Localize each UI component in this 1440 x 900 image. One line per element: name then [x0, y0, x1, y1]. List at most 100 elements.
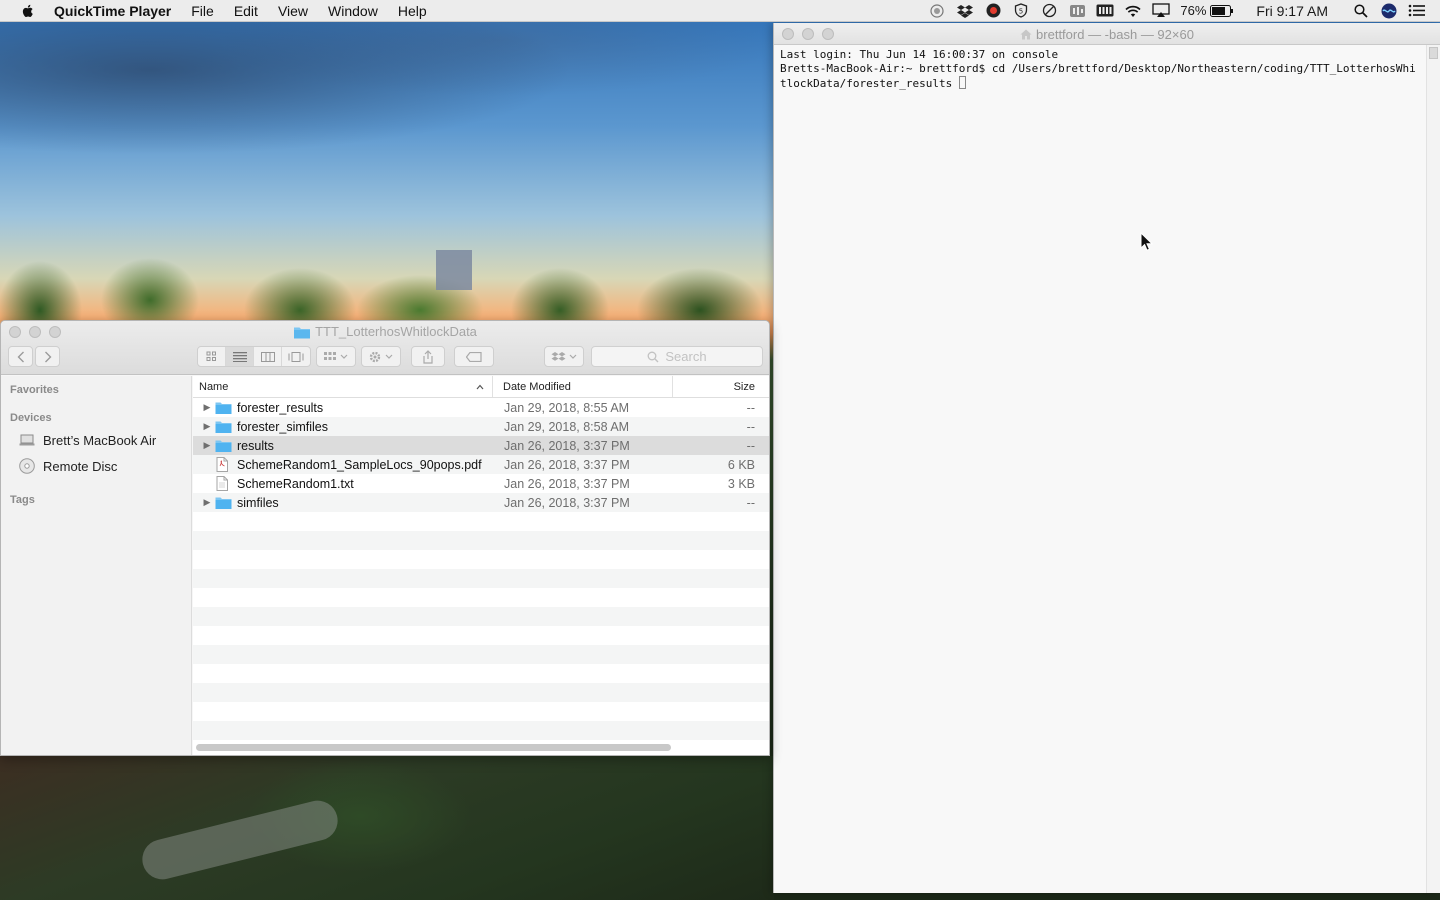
chevron-left-icon: [17, 351, 24, 362]
empty-row: [193, 607, 769, 626]
file-rows: ▶ forester_results Jan 29, 2018, 8:55 AM…: [193, 398, 769, 740]
status-area: 5 76% Fri 9:17 AM: [918, 3, 1440, 19]
arrange-button[interactable]: [316, 346, 356, 367]
sidebar-item-macbook-air[interactable]: Brett’s MacBook Air: [1, 428, 191, 452]
menu-app-name[interactable]: QuickTime Player: [54, 3, 171, 19]
list-view-button[interactable]: [226, 347, 254, 366]
empty-row: [193, 683, 769, 702]
sync-icon[interactable]: [1040, 3, 1058, 19]
file-list-header: Name Date Modified Size: [193, 376, 769, 398]
sidebar-item-remote-disc[interactable]: Remote Disc: [1, 454, 191, 478]
file-name: results: [237, 438, 274, 453]
empty-row: [193, 702, 769, 721]
file-date: Jan 29, 2018, 8:58 AM: [504, 419, 630, 434]
table-row[interactable]: ▶ forester_results Jan 29, 2018, 8:55 AM…: [193, 398, 769, 417]
menu-edit[interactable]: Edit: [234, 3, 258, 19]
tag-button[interactable]: [454, 346, 494, 367]
table-row[interactable]: SchemeRandom1.txt Jan 26, 2018, 3:37 PM …: [193, 474, 769, 493]
terminal-scrollbar[interactable]: [1426, 45, 1440, 893]
terminal-scroll-thumb[interactable]: [1429, 47, 1438, 59]
empty-row: [193, 512, 769, 531]
back-button[interactable]: [8, 346, 33, 367]
menu-file[interactable]: File: [191, 3, 214, 19]
keyboard-icon[interactable]: [1096, 3, 1114, 19]
terminal-cursor: [958, 76, 966, 89]
finder-title-wrap: TTT_LotterhosWhitlockData: [1, 324, 769, 339]
file-name: simfiles: [237, 495, 279, 510]
empty-row: [193, 550, 769, 569]
file-size: 3 KB: [727, 476, 755, 491]
file-date: Jan 26, 2018, 3:37 PM: [504, 495, 630, 510]
view-mode-segment: [197, 346, 311, 367]
grid-icon: [206, 351, 216, 361]
arrange-grid-icon: [324, 351, 348, 360]
horizontal-scrollbar[interactable]: [196, 744, 671, 751]
file-date: Jan 26, 2018, 3:37 PM: [504, 476, 630, 491]
folder-icon: [215, 419, 233, 434]
record-app-icon[interactable]: [984, 3, 1002, 19]
menubar-clock[interactable]: Fri 9:17 AM: [1256, 3, 1328, 19]
terminal-titlebar[interactable]: brettford — -bash — 92×60: [774, 23, 1440, 45]
battery-icon[interactable]: [1210, 3, 1234, 19]
gear-icon: [369, 351, 393, 362]
dropbox-icon[interactable]: [956, 3, 974, 19]
icon-view-button[interactable]: [198, 347, 226, 366]
search-placeholder: Search: [665, 349, 707, 364]
battery-percent[interactable]: 76%: [1180, 3, 1206, 18]
table-row[interactable]: ▶ results Jan 26, 2018, 3:37 PM --: [193, 436, 769, 455]
disclosure-triangle-icon[interactable]: ▶: [199, 497, 215, 508]
screen-record-icon[interactable]: [928, 3, 946, 19]
wifi-icon[interactable]: [1124, 3, 1142, 19]
terminal-title-wrap: brettford — -bash — 92×60: [774, 27, 1440, 42]
svg-text:5: 5: [1019, 8, 1023, 16]
share-button[interactable]: [411, 346, 445, 367]
terminal-output[interactable]: Last login: Thu Jun 14 16:00:37 on conso…: [774, 45, 1426, 94]
column-header-size[interactable]: Size: [673, 381, 769, 393]
empty-row: [193, 588, 769, 607]
empty-row: [193, 664, 769, 683]
file-list: Name Date Modified Size ▶ forester_resul…: [193, 376, 769, 755]
sidebar-item-label: Brett’s MacBook Air: [43, 432, 157, 448]
apple-menu-icon[interactable]: [20, 3, 36, 19]
tag-icon: [466, 351, 482, 362]
spotlight-search-icon[interactable]: [1352, 3, 1370, 19]
column-header-date[interactable]: Date Modified: [493, 376, 673, 397]
action-button[interactable]: [361, 346, 401, 367]
column-header-name[interactable]: Name: [193, 376, 493, 397]
dropbox-icon: [551, 351, 577, 361]
terminal-line-login: Last login: Thu Jun 14 16:00:37 on conso…: [780, 48, 1059, 61]
gallery-view-button[interactable]: [282, 347, 310, 366]
finder-titlebar[interactable]: TTT_LotterhosWhitlockData Search: [1, 321, 769, 375]
sidebar-section-devices[interactable]: Devices: [1, 412, 191, 428]
home-icon: [1020, 29, 1032, 40]
menu-window[interactable]: Window: [328, 3, 378, 19]
file-size: --: [746, 495, 755, 510]
airplay-icon[interactable]: [1152, 3, 1171, 19]
notification-center-icon[interactable]: [1408, 3, 1426, 19]
forward-button[interactable]: [35, 346, 60, 367]
chevron-right-icon: [44, 351, 51, 362]
folder-icon: [215, 495, 233, 510]
finder-sidebar: Favorites Devices Brett’s MacBook Air Re…: [1, 376, 192, 755]
search-input[interactable]: Search: [591, 346, 763, 367]
shield-icon[interactable]: 5: [1012, 3, 1030, 19]
sidebar-section-favorites[interactable]: Favorites: [1, 384, 191, 404]
file-name: forester_simfiles: [237, 419, 328, 434]
sidebar-section-tags[interactable]: Tags: [1, 494, 191, 506]
file-size: --: [746, 438, 755, 453]
empty-row: [193, 626, 769, 645]
disclosure-triangle-icon[interactable]: ▶: [199, 402, 215, 413]
disclosure-triangle-icon[interactable]: ▶: [199, 440, 215, 451]
column-view-button[interactable]: [254, 347, 282, 366]
disc-icon: [19, 458, 35, 474]
table-row[interactable]: ▶ forester_simfiles Jan 29, 2018, 8:58 A…: [193, 417, 769, 436]
menu-help[interactable]: Help: [398, 3, 427, 19]
menu-view[interactable]: View: [278, 3, 308, 19]
disclosure-triangle-icon[interactable]: ▶: [199, 421, 215, 432]
volume-icon[interactable]: [1068, 3, 1086, 19]
siri-icon[interactable]: [1380, 3, 1398, 19]
table-row[interactable]: SchemeRandom1_SampleLocs_90pops.pdf Jan …: [193, 455, 769, 474]
table-row[interactable]: ▶ simfiles Jan 26, 2018, 3:37 PM --: [193, 493, 769, 512]
file-date: Jan 26, 2018, 3:37 PM: [504, 457, 630, 472]
dropbox-toolbar-button[interactable]: [544, 346, 584, 367]
